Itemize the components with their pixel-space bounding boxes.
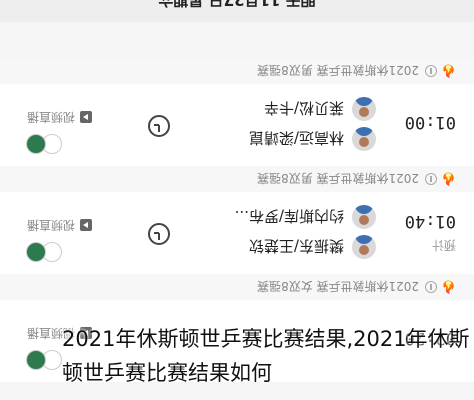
team-name: 樊振东/王楚钦 — [248, 237, 344, 256]
video-live-button[interactable]: 视频直播 — [27, 109, 92, 126]
team-name: 林高远/梁靖崑 — [248, 129, 344, 148]
team-name: 莱贝松/卡辛 — [263, 99, 344, 118]
play-icon — [80, 219, 92, 232]
fire-icon: 🔥 — [441, 64, 456, 78]
info-icon — [425, 65, 438, 77]
app-badge-icon — [24, 134, 62, 154]
section-title: 2021休斯敦世乒赛 男双8强赛 — [257, 171, 420, 186]
section-header: 🔥 2021休斯敦世乒赛 女双8强赛 — [0, 274, 474, 300]
section-header: 🔥 2021休斯敦世乒赛 男双8强赛 — [0, 166, 474, 192]
info-icon — [425, 173, 438, 185]
avatar — [352, 235, 376, 259]
date-label: 明天 11月27日 星期六 — [158, 0, 316, 10]
section-header: 🔥 2021休斯敦世乒赛 男双8强赛 — [0, 58, 474, 84]
team-a: 樊振东/王楚钦 — [249, 234, 376, 260]
team-b: 莱贝松/卡辛 — [264, 96, 376, 122]
avatar — [352, 127, 376, 151]
date-bar: 明天 11月27日 星期六 — [0, 0, 474, 22]
info-icon — [425, 281, 438, 293]
team-b: 约内斯库/罗布... — [235, 204, 376, 230]
section-title: 2021休斯敦世乒赛 女双8强赛 — [257, 279, 420, 294]
match-row[interactable]: 预计 01:40 樊振东/王楚钦 约内斯库/罗布... 视频直播 — [0, 192, 474, 274]
avatar — [352, 205, 376, 229]
team-name: 约内斯库/罗布... — [234, 207, 344, 226]
broadcast-label: 视频直播 — [26, 110, 75, 124]
time-value: 01:40 — [404, 211, 456, 232]
match-time: 01:00 — [396, 84, 456, 166]
fire-icon: 🔥 — [441, 172, 456, 186]
app-badge-icon — [24, 350, 62, 370]
match-time: 预计 01:40 — [396, 192, 456, 274]
avatar — [352, 97, 376, 121]
match-row[interactable]: 01:00 林高远/梁靖崑 莱贝松/卡辛 视频直播 — [0, 84, 474, 166]
overlay-caption: 2021年休斯顿世乒赛比赛结果,2021年休斯顿世乒赛比赛结果如何 — [62, 327, 470, 385]
alarm-clock-icon[interactable] — [148, 115, 170, 137]
alarm-clock-icon[interactable] — [148, 223, 170, 245]
time-value: 01:00 — [404, 112, 456, 132]
section-title: 2021休斯敦世乒赛 男双8强赛 — [257, 63, 420, 78]
team-a: 林高远/梁靖崑 — [249, 126, 376, 152]
video-live-button[interactable]: 视频直播 — [27, 217, 92, 234]
play-icon — [80, 111, 92, 124]
app-badge-icon — [24, 242, 62, 262]
time-label: 预计 — [431, 238, 456, 253]
broadcast-label: 视频直播 — [26, 218, 75, 232]
fire-icon: 🔥 — [441, 280, 456, 294]
